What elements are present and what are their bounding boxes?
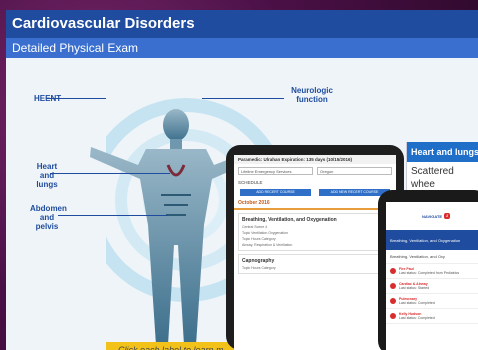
schedule-date: October 2016: [234, 198, 396, 210]
agency-select[interactable]: Lifeline Emergency Services: [238, 167, 313, 175]
alert-icon: [390, 268, 396, 274]
app-badge: 2: [444, 213, 451, 219]
app-name: NAVIGATE: [421, 213, 443, 219]
label-heent[interactable]: HEENT: [34, 94, 61, 103]
course-card-line: Topic Hours Category: [242, 237, 276, 241]
abdomen-leader-line: [58, 215, 168, 216]
label-neurologic[interactable]: Neurologic function: [286, 86, 338, 104]
list-item[interactable]: Kelly Hudson Last status: Completed: [386, 309, 478, 324]
course-card-line: Topic Hours Category: [242, 266, 276, 270]
tablet-filters: Lifeline Emergency Services Oregon: [234, 164, 396, 178]
phone-banner: Breathing, Ventilation, and Oxygenation: [386, 230, 478, 250]
alert-icon: [390, 298, 396, 304]
list-item[interactable]: Pulmonary Last status: Completed: [386, 294, 478, 309]
tablet-buttons: ADD RECERT COURSE ADD NEW RECERT COURSE: [234, 187, 396, 198]
list-item[interactable]: Cardiac & Airway Last status: Started: [386, 279, 478, 294]
course-card-line: Central Scene 4: [242, 225, 268, 229]
add-recert-button[interactable]: ADD RECERT COURSE: [240, 189, 311, 196]
alert-icon: [390, 313, 396, 319]
add-new-recert-button[interactable]: ADD NEW RECERT COURSE: [319, 189, 390, 196]
item-detail: Last status: Completed from Pediatrics: [399, 271, 460, 275]
tablet-header: Paramedic: Ulrahan Expiration: 135 days …: [234, 155, 396, 164]
label-heart-and-lungs[interactable]: Heart and lungs: [32, 162, 62, 190]
alert-icon: [390, 283, 396, 289]
course-card-title: Capnography: [242, 258, 275, 264]
state-select[interactable]: Oregon: [317, 167, 392, 175]
heart-panel-title: Heart and lungs: [407, 142, 478, 162]
label-abdomen-and-pelvis[interactable]: Abdomen and pelvis: [30, 204, 67, 232]
item-detail: Last status: Started: [399, 286, 430, 290]
course-card[interactable]: Capnography Topic Hours Category: [238, 254, 392, 274]
course-card-title: Breathing, Ventilation, and Oxygenation: [242, 217, 337, 223]
list-item[interactable]: Fire Paul Last status: Completed from Ped…: [386, 264, 478, 279]
course-card-line: Topic Ventilation Oxygenation: [242, 231, 288, 235]
tablet-screen: Paramedic: Ulrahan Expiration: 135 days …: [234, 155, 396, 350]
neurologic-leader-line: [202, 98, 284, 99]
schedule-label: SCHEDULE: [238, 180, 263, 185]
item-detail: Last status: Completed: [399, 316, 435, 320]
phone-app-header: NAVIGATE 2: [386, 202, 478, 230]
phone-screen: NAVIGATE 2 Breathing, Ventilation, and O…: [386, 202, 478, 350]
slide-subtitle: Detailed Physical Exam: [6, 38, 478, 58]
phone-device: NAVIGATE 2 Breathing, Ventilation, and O…: [378, 190, 478, 350]
heart-leader-line: [50, 173, 170, 174]
course-card-line: Airway, Respiration & Ventilation: [242, 243, 293, 247]
course-card[interactable]: Breathing, Ventilation, and Oxygenation …: [238, 213, 392, 251]
item-detail: Last status: Completed: [399, 301, 435, 305]
phone-section[interactable]: Breathing, Ventilation, and Oxy: [386, 250, 478, 264]
slide-title: Cardiovascular Disorders: [6, 10, 478, 38]
